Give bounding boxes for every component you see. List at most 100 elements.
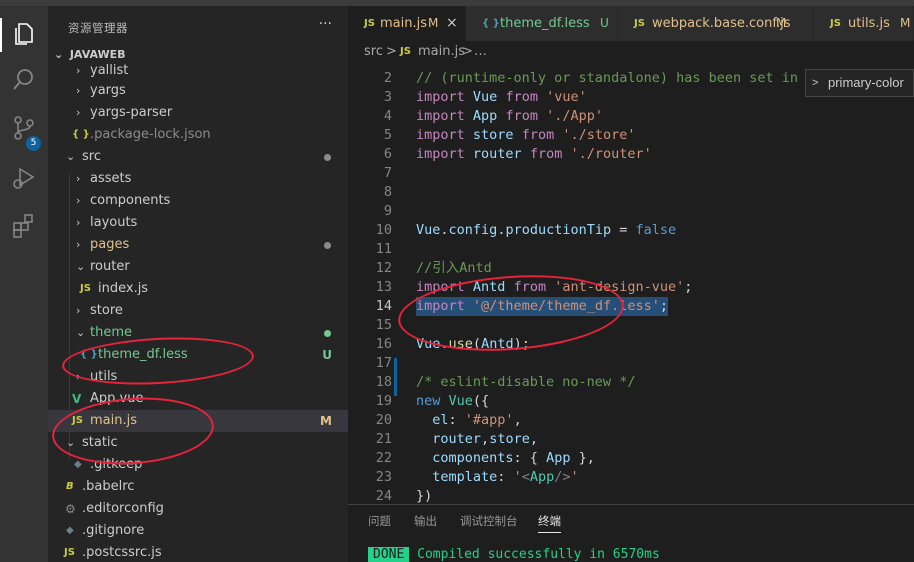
- explorer-icon[interactable]: [10, 20, 38, 48]
- done-badge: DONE: [368, 547, 410, 562]
- tree-item-postcssrc[interactable]: JS .postcssrc.js: [48, 542, 348, 562]
- tree-item-src[interactable]: ⌄ src: [48, 146, 348, 168]
- hover-label: primary-color: [828, 75, 904, 90]
- less-file-icon: { }: [80, 349, 98, 360]
- js-file-icon: JS: [80, 283, 91, 294]
- modified-status: M: [320, 414, 332, 428]
- tree-item-label: .babelrc: [82, 479, 135, 494]
- close-icon[interactable]: ×: [446, 6, 458, 41]
- tree-item-theme[interactable]: ⌄ theme: [48, 322, 348, 344]
- tree-item-babelrc[interactable]: B .babelrc: [48, 476, 348, 498]
- code-line: 9: [383, 203, 392, 219]
- modified-status: M: [428, 16, 439, 30]
- code-editor[interactable]: 2// (runtime-only or standalone) has bee…: [348, 68, 914, 504]
- tree-item-yargs-parser[interactable]: › yargs-parser: [48, 102, 348, 124]
- tab-webpack-base-conf[interactable]: JS webpack.base.conf.js M: [618, 6, 814, 41]
- tree-item-router-index[interactable]: JS index.js: [48, 278, 348, 300]
- outline-hover-widget[interactable]: > primary-color: [805, 69, 914, 97]
- tree-item-label: theme_df.less: [98, 347, 188, 362]
- tree-item-label: yargs: [90, 83, 126, 98]
- tree-item-label: .editorconfig: [82, 501, 164, 516]
- tree-item-app-vue[interactable]: V App.vue: [48, 388, 348, 410]
- more-actions-button[interactable]: ···: [319, 16, 332, 32]
- tab-output[interactable]: 输出: [414, 513, 437, 533]
- code-line: 11: [375, 241, 392, 257]
- tree-item-components[interactable]: › components: [48, 190, 348, 212]
- bottom-panel: 问题 输出 调试控制台 终端 DONE Compiled successfull…: [348, 504, 914, 562]
- git-file-icon: ◆: [66, 525, 74, 536]
- tree-item-label: main.js: [90, 413, 137, 428]
- tree-item-gitkeep[interactable]: ◆ .gitkeep: [48, 454, 348, 476]
- tree-item-yargs[interactable]: › yargs: [48, 80, 348, 102]
- run-debug-icon[interactable]: [10, 164, 38, 192]
- js-file-icon: JS: [364, 18, 375, 29]
- code-line: 21 router,store,: [375, 431, 538, 447]
- tree-item-editorconfig[interactable]: ⚙ .editorconfig: [48, 498, 348, 520]
- modified-dot: [324, 242, 331, 249]
- json-file-icon: { }: [72, 129, 90, 140]
- source-control-badge: 5: [26, 136, 41, 151]
- tab-main-js[interactable]: JS main.js M ×: [348, 6, 466, 41]
- vue-file-icon: V: [72, 392, 82, 406]
- tab-problems[interactable]: 问题: [368, 513, 391, 533]
- terminal-message: Compiled successfully in 6570ms: [417, 547, 660, 562]
- tree-item-label: src: [82, 149, 101, 164]
- code-line: 13 import Antd from 'ant-design-vue';: [375, 279, 693, 295]
- tree-item-label: yallist: [90, 63, 129, 78]
- code-line: 17: [375, 355, 392, 371]
- tab-label: webpack.base.conf.js: [652, 16, 791, 31]
- tree-item-label: .gitignore: [82, 523, 145, 538]
- breadcrumb-symbol[interactable]: …: [474, 41, 487, 63]
- sidebar-title: 资源管理器: [68, 21, 128, 35]
- editor-area: JS main.js M × { } theme_df.less U JS we…: [348, 6, 914, 562]
- chevron-right-icon: >: [386, 44, 397, 59]
- tree-item-theme-df-less[interactable]: { } theme_df.less U: [48, 344, 348, 366]
- untracked-status: U: [600, 16, 609, 30]
- modified-status: M: [900, 16, 911, 30]
- tree-item-label: index.js: [98, 281, 149, 296]
- chevron-right-icon: ›: [76, 172, 81, 185]
- tree-item-store[interactable]: › store: [48, 300, 348, 322]
- tree-item-assets[interactable]: › assets: [48, 168, 348, 190]
- breadcrumb: src > JS main.js > …: [348, 41, 914, 63]
- modified-status: M: [776, 16, 787, 30]
- tree-item-gitignore[interactable]: ◆ .gitignore: [48, 520, 348, 542]
- tree-item-label: assets: [90, 171, 132, 186]
- babel-file-icon: B: [66, 481, 74, 492]
- tree-item-yallist[interactable]: › yallist: [48, 60, 348, 82]
- tree-item-package-lock[interactable]: { } .package-lock.json: [48, 124, 348, 146]
- tree-item-static[interactable]: ⌄ static: [48, 432, 348, 454]
- tab-debug-console[interactable]: 调试控制台: [460, 513, 518, 533]
- chevron-down-icon: ⌄: [66, 150, 76, 163]
- tree-item-label: utils: [90, 369, 118, 384]
- chevron-right-icon: ›: [76, 216, 81, 229]
- tab-theme-df-less[interactable]: { } theme_df.less U: [466, 6, 618, 41]
- chevron-down-icon: ⌄: [66, 436, 76, 449]
- tree-item-router[interactable]: ⌄ router: [48, 256, 348, 278]
- tree-item-label: layouts: [90, 215, 138, 230]
- tree-item-layouts[interactable]: › layouts: [48, 212, 348, 234]
- tab-terminal[interactable]: 终端: [538, 513, 561, 533]
- tab-utils-js[interactable]: JS utils.js M: [814, 6, 914, 41]
- js-file-icon: JS: [830, 18, 841, 29]
- code-line: 7: [383, 165, 392, 181]
- js-file-icon: JS: [400, 46, 411, 57]
- gear-icon: ⚙: [65, 502, 76, 516]
- breadcrumb-file[interactable]: main.js: [418, 41, 465, 63]
- search-icon[interactable]: [10, 66, 38, 94]
- less-file-icon: { }: [482, 18, 500, 29]
- tree-item-label: store: [90, 303, 123, 318]
- tree-item-main-js[interactable]: JS main.js M: [48, 410, 348, 432]
- code-line: 15: [375, 317, 392, 333]
- activity-bar: 5: [0, 6, 48, 562]
- code-line: 24}): [375, 488, 433, 504]
- breadcrumb-folder[interactable]: src: [364, 41, 383, 63]
- js-file-icon: JS: [634, 18, 645, 29]
- chevron-right-icon: ›: [76, 370, 81, 383]
- tree-item-utils[interactable]: › utils: [48, 366, 348, 388]
- terminal-output: DONE Compiled successfully in 6570ms: [368, 547, 660, 562]
- tree-item-pages[interactable]: › pages: [48, 234, 348, 256]
- chevron-right-icon: >: [462, 44, 473, 59]
- code-line: 8: [383, 184, 392, 200]
- extensions-icon[interactable]: [10, 212, 38, 240]
